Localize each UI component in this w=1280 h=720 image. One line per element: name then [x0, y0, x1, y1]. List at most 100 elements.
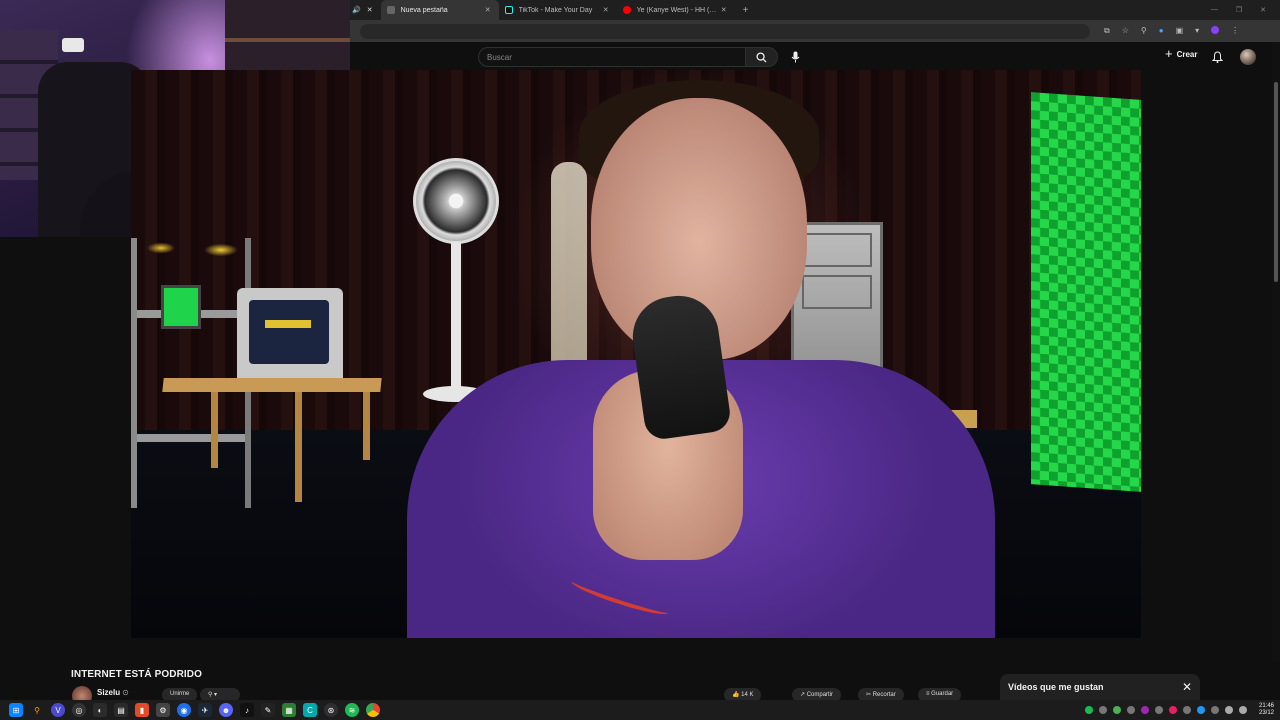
spotify-tray-icon[interactable] [1084, 706, 1093, 714]
app-icon[interactable]: ▮ [135, 703, 149, 717]
maximize-icon[interactable]: ❐ [1236, 6, 1242, 14]
video-bananas [141, 238, 261, 268]
minimize-icon[interactable]: — [1211, 6, 1218, 14]
create-label: Crear [1176, 49, 1198, 59]
tab-close-icon[interactable]: ✕ [365, 6, 381, 14]
taskbar: ⊞ ⚲ V ◎ ◐ ▤ ▮ ⚙ ◉ ✈ ☻ ♪ ✎ ▦ C ⊛ ≋ 21:46 … [0, 700, 1280, 720]
channel-name[interactable]: Sizelu ⊙ [97, 688, 129, 697]
tiktok-favicon-icon [504, 6, 513, 14]
thumbs-up-icon: 👍 [732, 692, 742, 698]
video-player[interactable] [131, 70, 1141, 638]
avatar[interactable] [1240, 49, 1256, 65]
obs-icon[interactable]: ⊛ [324, 703, 338, 717]
app-icon[interactable]: ◉ [177, 703, 191, 717]
search-input[interactable]: Buscar [478, 47, 746, 67]
new-tab-favicon-icon [386, 6, 395, 14]
bell-icon [1211, 51, 1224, 63]
browser-toolbar: ⧉ ☆ ⚲ ● ▣ ▾ ⋮ [350, 20, 1280, 42]
youtube-header: Buscar + Crear [350, 42, 1280, 70]
close-icon[interactable]: ✕ [721, 6, 727, 14]
discord-icon[interactable]: ☻ [219, 703, 233, 717]
close-window-icon[interactable]: ✕ [1260, 6, 1266, 14]
file-explorer-icon[interactable]: ▤ [114, 703, 128, 717]
tray-icon[interactable] [1154, 706, 1163, 714]
like-count: 14 K [741, 692, 754, 698]
vpn-icon[interactable]: V [51, 703, 65, 717]
extension-icon[interactable]: ⚲ [1141, 26, 1147, 36]
app-icon[interactable]: ⚙ [156, 703, 170, 717]
install-app-icon[interactable]: ⧉ [1104, 26, 1110, 36]
search-icon[interactable]: ⚲ [30, 703, 44, 717]
clip-label: Recortar [872, 692, 896, 698]
verified-icon: ⊙ [122, 688, 129, 697]
app-icon[interactable]: ▦ [282, 703, 296, 717]
channel-name-label: Sizelu [97, 688, 121, 697]
close-icon[interactable]: ✕ [1182, 680, 1192, 694]
new-tab-button[interactable]: + [735, 5, 757, 16]
clock-date: 23/12 [1258, 710, 1274, 716]
liked-panel-title: Vídeos que me gustan [1008, 682, 1104, 692]
search-icon [756, 51, 767, 63]
tray-icon[interactable] [1210, 706, 1219, 714]
clock[interactable]: 21:46 23/12 [1259, 703, 1274, 717]
profile-icon[interactable] [1211, 26, 1220, 34]
tab-nueva-pestana[interactable]: Nueva pestaña ✕ [380, 0, 499, 20]
video-small-green-screen [161, 285, 201, 329]
tray-icon[interactable] [1098, 706, 1107, 714]
tab-kanye[interactable]: Ye (Kanye West) - HH (Happy I ✕ [617, 0, 735, 20]
liked-videos-panel[interactable]: Vídeos que me gustan ✕ [1000, 674, 1200, 700]
close-icon[interactable]: ✕ [485, 6, 491, 14]
scissors-icon: ✂ [866, 692, 873, 698]
close-icon[interactable]: ✕ [603, 6, 609, 14]
steam-icon[interactable]: ✈ [198, 703, 212, 717]
spotify-icon[interactable]: ≋ [345, 703, 359, 717]
screen: 🔊 ✕ Nueva pestaña ✕ TikTok - Make Your D… [0, 0, 1280, 720]
video-green-screen [1031, 92, 1141, 492]
tray-icon[interactable] [1112, 706, 1121, 714]
address-bar[interactable] [360, 23, 1090, 39]
share-label: Compartir [806, 692, 834, 698]
tray-icon[interactable] [1126, 706, 1135, 714]
windows-start-icon[interactable]: ⊞ [9, 703, 23, 717]
network-icon[interactable] [1224, 706, 1233, 714]
extension-blue-icon[interactable]: ● [1159, 26, 1164, 36]
puzzle-icon[interactable]: ▣ [1176, 26, 1184, 36]
tray-icon[interactable] [1168, 706, 1177, 714]
tray-icon[interactable] [1182, 706, 1191, 714]
window-controls: — ❐ ✕ [1211, 6, 1280, 14]
app-icon[interactable]: C [303, 703, 317, 717]
audio-icon[interactable]: 🔊 [350, 6, 365, 14]
tab-title: TikTok - Make Your Day [518, 6, 593, 14]
voice-search-button[interactable] [786, 48, 804, 66]
search-button[interactable] [746, 47, 778, 67]
app-icon[interactable]: ✎ [261, 703, 275, 717]
fan-pole [451, 242, 461, 392]
clock-time: 21:46 [1258, 703, 1274, 709]
bookmark-star-icon[interactable]: ☆ [1122, 26, 1129, 36]
create-button[interactable]: + Crear [1165, 46, 1198, 61]
scrollbar-thumb[interactable] [1274, 82, 1278, 282]
tray-icon[interactable] [1140, 706, 1149, 714]
tab-title: Nueva pestaña [400, 6, 448, 14]
chrome-icon[interactable] [366, 703, 380, 717]
app-icon[interactable]: ◐ [93, 703, 107, 717]
extensions-bar: ⧉ ☆ ⚲ ● ▣ ▾ ⋮ [1104, 26, 1239, 36]
tray-icon[interactable] [1196, 706, 1205, 714]
share-icon: ↗ [800, 692, 807, 698]
kebab-menu-icon[interactable]: ⋮ [1231, 26, 1239, 36]
tab-tiktok[interactable]: TikTok - Make Your Day ✕ [499, 0, 617, 20]
table-leg [211, 392, 218, 468]
microphone-icon [791, 51, 799, 63]
tiktok-icon[interactable]: ♪ [240, 703, 254, 717]
video-fan [413, 158, 499, 244]
video-title: INTERNET ESTÁ PODRIDO [71, 669, 202, 680]
page-scrollbar[interactable] [1272, 42, 1280, 662]
plus-icon: + [1165, 46, 1173, 61]
volume-icon[interactable] [1238, 706, 1247, 714]
tab-search-icon[interactable]: ▾ [1195, 26, 1199, 36]
browser-tab-strip: 🔊 ✕ Nueva pestaña ✕ TikTok - Make Your D… [350, 0, 1280, 20]
notifications-button[interactable] [1211, 50, 1224, 68]
shelf-bar [137, 434, 245, 442]
app-icon[interactable]: ◎ [72, 703, 86, 717]
tv-screen [249, 300, 329, 364]
